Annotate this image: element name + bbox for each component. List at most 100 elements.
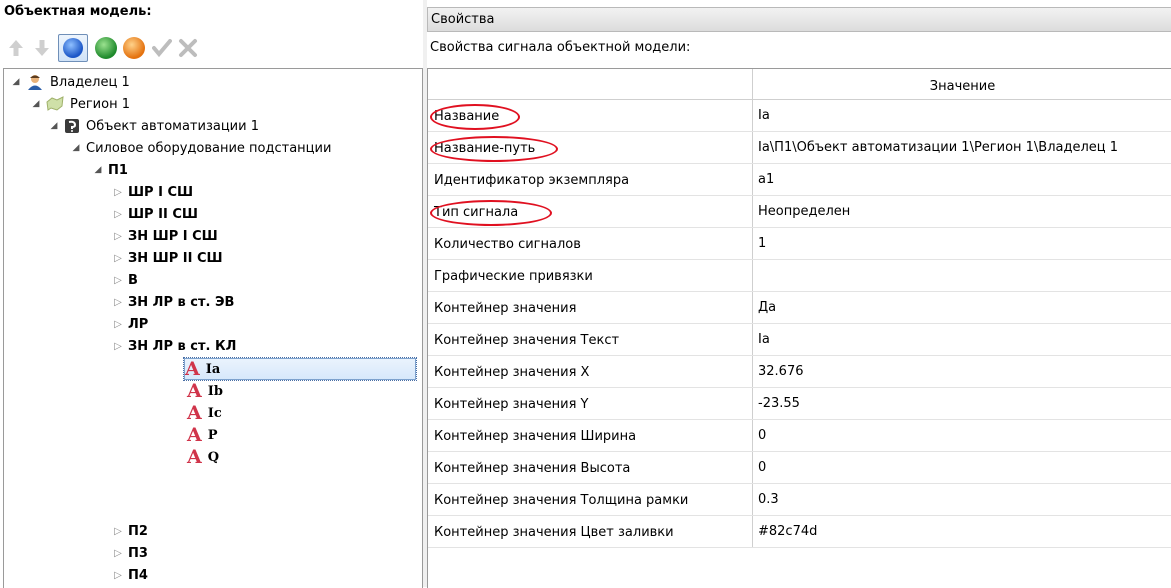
- move-down-icon[interactable]: [30, 36, 54, 60]
- tree-label: ШР I СШ: [128, 184, 194, 200]
- property-row[interactable]: Контейнер значения Да: [428, 292, 1171, 324]
- collapsed-arrow-icon[interactable]: ▷: [112, 297, 124, 308]
- tree-label: П2: [128, 523, 148, 539]
- collapsed-arrow-icon[interactable]: ▷: [112, 209, 124, 220]
- collapsed-arrow-icon[interactable]: ▷: [112, 570, 124, 581]
- check-icon[interactable]: [150, 36, 174, 60]
- property-value[interactable]: #82c74d: [752, 516, 1171, 547]
- property-value[interactable]: 0: [752, 420, 1171, 451]
- property-name: Идентификатор экземпляра: [434, 173, 630, 188]
- signal-a-icon: A: [187, 445, 202, 468]
- tree-node-equipment[interactable]: ◢ Силовое оборудование подстанции: [70, 137, 332, 159]
- property-value[interactable]: -23.55: [752, 388, 1171, 419]
- property-row[interactable]: Название-путь Ia\П1\Объект автоматизации…: [428, 132, 1171, 164]
- property-row[interactable]: Контейнер значения Цвет заливки #82c74d: [428, 516, 1171, 548]
- tree-node-p1[interactable]: ◢ П1: [92, 159, 128, 181]
- property-name: Графические привязки: [434, 269, 593, 284]
- property-value[interactable]: [752, 260, 1171, 291]
- tree-label-owner: Владелец 1: [50, 74, 130, 90]
- collapsed-arrow-icon[interactable]: ▷: [112, 187, 124, 198]
- property-row[interactable]: Контейнер значения Y -23.55: [428, 388, 1171, 420]
- object-model-panel: Объектная модель: ◢ Владелец 1 ◢ Регион …: [0, 0, 423, 588]
- property-value[interactable]: 0.3: [752, 484, 1171, 515]
- region-icon: [46, 96, 64, 112]
- property-name: Контейнер значения Y: [434, 397, 589, 412]
- properties-header: Свойства: [427, 7, 1171, 32]
- tree-label: ЛР: [128, 316, 149, 332]
- collapsed-arrow-icon[interactable]: ▷: [112, 341, 124, 352]
- tree-node-object[interactable]: ◢ Объект автоматизации 1: [48, 115, 259, 137]
- collapsed-arrow-icon[interactable]: ▷: [112, 526, 124, 537]
- tree-label-signal: Ia: [205, 361, 221, 377]
- property-row[interactable]: Тип сигнала Неопределен: [428, 196, 1171, 228]
- property-value[interactable]: Ia: [752, 324, 1171, 355]
- property-value[interactable]: a1: [752, 164, 1171, 195]
- close-icon[interactable]: [176, 36, 200, 60]
- tree-node-p1-child[interactable]: ▷ ШР I СШ: [112, 181, 193, 203]
- property-row[interactable]: Контейнер значения Ширина 0: [428, 420, 1171, 452]
- property-row[interactable]: Контейнер значения Толщина рамки 0.3: [428, 484, 1171, 516]
- tree-node-p1-child[interactable]: ▷ ЗН ШР I СШ: [112, 225, 218, 247]
- collapsed-arrow-icon[interactable]: ▷: [112, 253, 124, 264]
- blue-circle-icon[interactable]: [58, 34, 88, 62]
- property-name: Контейнер значения Ширина: [434, 429, 637, 444]
- move-up-icon[interactable]: [4, 36, 28, 60]
- tree-node-signal[interactable]: A Q: [187, 446, 219, 468]
- tree-node-p1-child[interactable]: ▷ ЗН ЛР в ст. КЛ: [112, 335, 236, 357]
- property-row[interactable]: Идентификатор экземпляра a1: [428, 164, 1171, 196]
- object-model-toolbar: [4, 32, 418, 64]
- tree-node-p1-child[interactable]: ▷ ЗН ЛР в ст. ЭВ: [112, 291, 234, 313]
- property-value[interactable]: Ia\П1\Объект автоматизации 1\Регион 1\Вл…: [752, 132, 1171, 163]
- collapsed-arrow-icon[interactable]: ▷: [112, 548, 124, 559]
- tree-label-object: Объект автоматизации 1: [86, 118, 259, 134]
- tree-label-signal: Ib: [207, 383, 223, 399]
- tree-node-p1-child[interactable]: ▷ ЗН ШР II СШ: [112, 247, 222, 269]
- value-column-header[interactable]: Значение: [752, 69, 1171, 99]
- tree-node-p3[interactable]: ▷ П3: [112, 542, 148, 564]
- tree-label: ЗН ЛР в ст. КЛ: [128, 338, 237, 354]
- green-circle-icon[interactable]: [94, 36, 118, 60]
- signal-a-icon: A: [185, 357, 200, 380]
- property-value[interactable]: Да: [752, 292, 1171, 323]
- tree-node-p2[interactable]: ▷ П2: [112, 520, 148, 542]
- collapsed-arrow-icon[interactable]: ▷: [112, 275, 124, 286]
- tree-node-signal-selected[interactable]: A Ia: [183, 357, 417, 381]
- tree-label-signal: Q: [207, 449, 220, 465]
- properties-grid[interactable]: Значение Название Ia Название-путь Ia\П1…: [427, 68, 1171, 588]
- tree-node-p1-child[interactable]: ▷ В: [112, 269, 138, 291]
- tree-node-signal[interactable]: A Ic: [187, 402, 222, 424]
- property-name: Название: [434, 109, 500, 124]
- property-value[interactable]: 0: [752, 452, 1171, 483]
- tree-node-region[interactable]: ◢ Регион 1: [30, 93, 130, 115]
- expanded-arrow-icon[interactable]: ◢: [92, 165, 104, 175]
- property-name: Контейнер значения Высота: [434, 461, 631, 476]
- property-value[interactable]: 1: [752, 228, 1171, 259]
- expanded-arrow-icon[interactable]: ◢: [10, 77, 22, 87]
- property-value[interactable]: Ia: [752, 100, 1171, 131]
- property-row[interactable]: Контейнер значения X 32.676: [428, 356, 1171, 388]
- orange-circle-icon[interactable]: [122, 36, 146, 60]
- property-row[interactable]: Графические привязки: [428, 260, 1171, 292]
- tree-node-p4[interactable]: ▷ П4: [112, 564, 148, 586]
- expanded-arrow-icon[interactable]: ◢: [48, 121, 60, 131]
- tree-node-p1-child[interactable]: ▷ ШР II СШ: [112, 203, 198, 225]
- tree-node-signal[interactable]: A P: [187, 424, 218, 446]
- tree-node-signal[interactable]: A Ib: [187, 380, 223, 402]
- tree-node-p1-child[interactable]: ▷ ЛР: [112, 313, 148, 335]
- property-row[interactable]: Контейнер значения Высота 0: [428, 452, 1171, 484]
- property-name: Название-путь: [434, 141, 536, 156]
- signal-a-icon: A: [187, 379, 202, 402]
- collapsed-arrow-icon[interactable]: ▷: [112, 319, 124, 330]
- property-row[interactable]: Название Ia: [428, 100, 1171, 132]
- collapsed-arrow-icon[interactable]: ▷: [112, 231, 124, 242]
- expanded-arrow-icon[interactable]: ◢: [70, 143, 82, 153]
- property-row[interactable]: Контейнер значения Текст Ia: [428, 324, 1171, 356]
- grid-header: Значение: [428, 69, 1171, 100]
- tree-label-equipment: Силовое оборудование подстанции: [86, 140, 332, 156]
- property-value[interactable]: 32.676: [752, 356, 1171, 387]
- object-tree[interactable]: ◢ Владелец 1 ◢ Регион 1 ◢ Объект автомат…: [3, 68, 423, 588]
- property-value[interactable]: Неопределен: [752, 196, 1171, 227]
- expanded-arrow-icon[interactable]: ◢: [30, 99, 42, 109]
- tree-node-owner[interactable]: ◢ Владелец 1: [10, 71, 130, 93]
- property-row[interactable]: Количество сигналов 1: [428, 228, 1171, 260]
